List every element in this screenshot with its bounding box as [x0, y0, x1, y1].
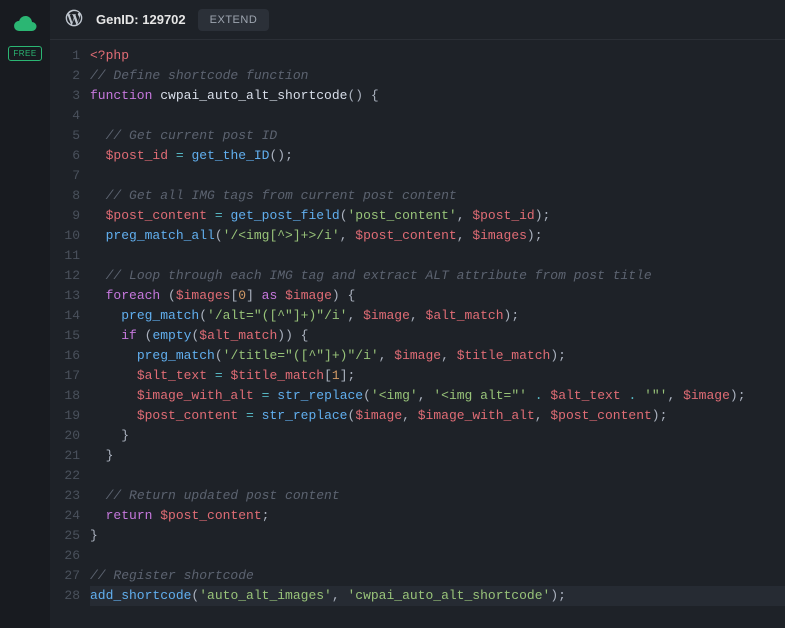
code-editor[interactable]: 1234567891011121314151617181920212223242… [50, 40, 785, 628]
line-number: 3 [50, 86, 80, 106]
page-title: GenID: 129702 [96, 12, 186, 27]
line-number: 5 [50, 126, 80, 146]
code-line[interactable]: add_shortcode('auto_alt_images', 'cwpai_… [90, 586, 785, 606]
code-line[interactable]: foreach ($images[0] as $image) { [90, 286, 785, 306]
code-line[interactable] [90, 106, 785, 126]
code-line[interactable]: // Register shortcode [90, 566, 785, 586]
code-line[interactable] [90, 546, 785, 566]
code-line[interactable]: <?php [90, 46, 785, 66]
code-line[interactable]: function cwpai_auto_alt_shortcode() { [90, 86, 785, 106]
code-line[interactable]: $post_content = get_post_field('post_con… [90, 206, 785, 226]
line-number: 17 [50, 366, 80, 386]
left-sidebar: FREE [0, 0, 50, 628]
line-number: 11 [50, 246, 80, 266]
line-number: 14 [50, 306, 80, 326]
header-bar: GenID: 129702 EXTEND [50, 0, 785, 40]
code-line[interactable]: $post_content = str_replace($image, $ima… [90, 406, 785, 426]
code-line[interactable]: // Define shortcode function [90, 66, 785, 86]
line-number: 18 [50, 386, 80, 406]
line-number: 26 [50, 546, 80, 566]
code-line[interactable]: } [90, 426, 785, 446]
code-content[interactable]: <?php// Define shortcode functionfunctio… [90, 46, 785, 628]
line-number: 25 [50, 526, 80, 546]
main-area: GenID: 129702 EXTEND 1234567891011121314… [50, 0, 785, 628]
line-number: 27 [50, 566, 80, 586]
line-number: 8 [50, 186, 80, 206]
line-number: 9 [50, 206, 80, 226]
line-number: 20 [50, 426, 80, 446]
line-gutter: 1234567891011121314151617181920212223242… [50, 46, 90, 628]
line-number: 12 [50, 266, 80, 286]
code-line[interactable]: preg_match('/title="([^"]+)"/i', $image,… [90, 346, 785, 366]
cloud-icon [13, 14, 37, 36]
extend-button[interactable]: EXTEND [198, 9, 270, 31]
code-line[interactable]: // Get all IMG tags from current post co… [90, 186, 785, 206]
line-number: 22 [50, 466, 80, 486]
code-line[interactable]: } [90, 446, 785, 466]
line-number: 7 [50, 166, 80, 186]
line-number: 6 [50, 146, 80, 166]
line-number: 1 [50, 46, 80, 66]
wordpress-icon [64, 8, 84, 31]
code-line[interactable]: if (empty($alt_match)) { [90, 326, 785, 346]
free-badge: FREE [8, 46, 41, 61]
line-number: 15 [50, 326, 80, 346]
code-line[interactable]: // Get current post ID [90, 126, 785, 146]
code-line[interactable]: $post_id = get_the_ID(); [90, 146, 785, 166]
code-line[interactable]: // Loop through each IMG tag and extract… [90, 266, 785, 286]
line-number: 19 [50, 406, 80, 426]
line-number: 10 [50, 226, 80, 246]
line-number: 28 [50, 586, 80, 606]
line-number: 13 [50, 286, 80, 306]
line-number: 16 [50, 346, 80, 366]
line-number: 2 [50, 66, 80, 86]
code-line[interactable]: $image_with_alt = str_replace('<img', '<… [90, 386, 785, 406]
code-line[interactable]: preg_match_all('/<img[^>]+>/i', $post_co… [90, 226, 785, 246]
line-number: 4 [50, 106, 80, 126]
code-line[interactable]: } [90, 526, 785, 546]
code-line[interactable]: preg_match('/alt="([^"]+)"/i', $image, $… [90, 306, 785, 326]
code-line[interactable] [90, 466, 785, 486]
code-line[interactable] [90, 246, 785, 266]
code-line[interactable]: // Return updated post content [90, 486, 785, 506]
line-number: 24 [50, 506, 80, 526]
code-line[interactable]: $alt_text = $title_match[1]; [90, 366, 785, 386]
line-number: 21 [50, 446, 80, 466]
code-line[interactable]: return $post_content; [90, 506, 785, 526]
line-number: 23 [50, 486, 80, 506]
code-line[interactable] [90, 166, 785, 186]
